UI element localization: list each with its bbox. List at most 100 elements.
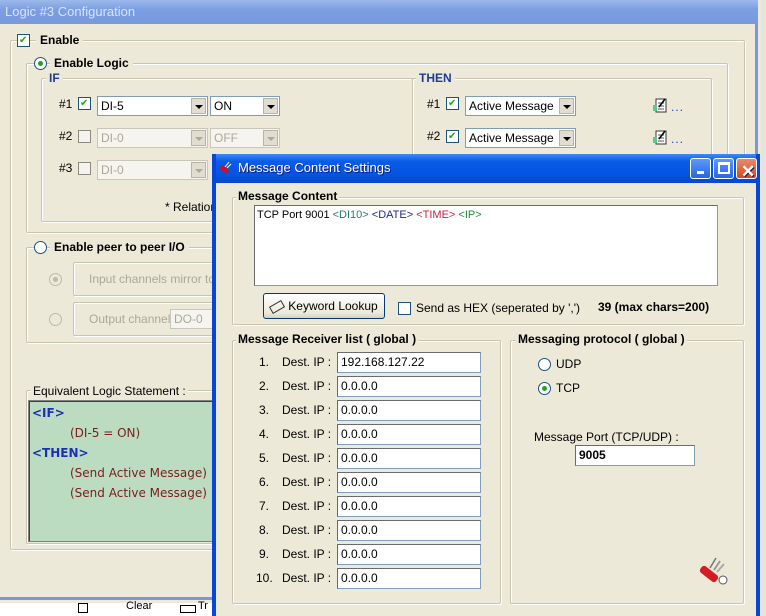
if-row-3-channel-select[interactable]: DI-0 xyxy=(97,160,208,180)
if-row-1-channel-select[interactable]: DI-5 xyxy=(97,96,208,116)
receiver-index: 4. xyxy=(259,427,270,441)
if-row-1-channel-value: DI-5 xyxy=(101,99,124,113)
dest-ip-label: Dest. IP : xyxy=(282,475,332,489)
dest-ip-input[interactable]: 0.0.0.0 xyxy=(337,544,481,565)
char-count: 39 (max chars=200) xyxy=(598,300,710,314)
dest-ip-input[interactable]: 0.0.0.0 xyxy=(337,472,481,493)
dest-ip-label: Dest. IP : xyxy=(282,451,332,465)
then-row-1-action-value: Active Message xyxy=(469,99,554,113)
minimize-button[interactable] xyxy=(690,158,711,179)
enable-logic-radio[interactable] xyxy=(34,57,47,70)
edit-message-icon[interactable] xyxy=(652,130,668,146)
if-row-1-checkbox[interactable] xyxy=(78,97,91,110)
if-row-2-checkbox[interactable] xyxy=(78,130,91,143)
chevron-down-icon xyxy=(191,130,206,146)
message-content-settings-dialog: Message Content Settings ✕ Message Conte… xyxy=(212,154,760,616)
then-row-1-action-select[interactable]: Active Message xyxy=(465,96,576,116)
dialog-title: Message Content Settings xyxy=(238,160,391,175)
input-mirror-radio[interactable] xyxy=(49,273,62,286)
message-content-textarea[interactable]: TCP Port 9001 <DI10> <DATE> <TIME> <IP> xyxy=(254,205,718,286)
chevron-down-icon xyxy=(263,98,278,114)
chevron-down-icon xyxy=(191,98,206,114)
dest-ip-input[interactable]: 0.0.0.0 xyxy=(337,496,481,517)
chevron-down-icon xyxy=(559,98,574,114)
then-row-1-more-link[interactable]: ... xyxy=(671,100,684,114)
edit-message-icon[interactable] xyxy=(652,98,668,114)
dest-ip-input[interactable]: 0.0.0.0 xyxy=(337,448,481,469)
then-row-2-action-select[interactable]: Active Message xyxy=(465,128,576,148)
output-channel-label: Output channel xyxy=(89,312,171,326)
send-as-hex-label: Send as HEX (seperated by ',') xyxy=(416,301,580,315)
then-row-2-action-value: Active Message xyxy=(469,131,554,145)
dest-ip-label: Dest. IP : xyxy=(282,379,332,393)
dest-ip-label: Dest. IP : xyxy=(282,403,332,417)
clear-icon xyxy=(78,603,88,613)
receiver-index: 8. xyxy=(259,523,270,537)
enable-logic-label: Enable Logic xyxy=(50,56,133,70)
dest-ip-label: Dest. IP : xyxy=(282,523,332,537)
dest-ip-input[interactable]: 0.0.0.0 xyxy=(337,376,481,397)
then-row-2-checkbox[interactable] xyxy=(446,130,459,143)
if-row-3-checkbox[interactable] xyxy=(78,162,91,175)
receiver-index: 5. xyxy=(259,451,270,465)
if-row-1-index: #1 xyxy=(59,97,73,111)
if-row-2-channel-value: DI-0 xyxy=(101,131,124,145)
logic-then-keyword: <THEN> xyxy=(32,446,89,460)
tcp-radio[interactable] xyxy=(538,382,551,395)
maximize-button[interactable] xyxy=(713,158,734,179)
input-mirror-label: Input channels mirror to xyxy=(89,272,216,286)
udp-radio[interactable] xyxy=(538,358,551,371)
chevron-down-icon xyxy=(559,130,574,146)
eraser-icon xyxy=(269,299,286,314)
dest-ip-label: Dest. IP : xyxy=(282,571,332,585)
then-row-1-checkbox[interactable] xyxy=(446,97,459,110)
then-group-title: THEN xyxy=(416,71,455,85)
message-segment: <DI10> xyxy=(332,209,369,221)
equivalent-logic-statement: <IF> (DI-5 = ON) <THEN> (Send Active Mes… xyxy=(28,400,228,542)
window-title-bar: Logic #3 Configuration xyxy=(0,0,758,24)
if-row-2-state-select[interactable]: OFF xyxy=(210,128,280,148)
keyword-lookup-label: Keyword Lookup xyxy=(288,299,378,313)
dest-ip-input[interactable]: 0.0.0.0 xyxy=(337,424,481,445)
then-row-1-index: #1 xyxy=(427,97,441,111)
logic-condition: (DI-5 = ON) xyxy=(70,426,141,440)
receiver-list-title: Message Receiver list ( global ) xyxy=(236,332,419,346)
message-content-title: Message Content xyxy=(236,189,340,203)
if-row-1-state-value: ON xyxy=(214,99,232,113)
tcp-label: TCP xyxy=(556,381,580,395)
if-row-1-state-select[interactable]: ON xyxy=(210,96,280,116)
receiver-index: 10. xyxy=(256,571,273,585)
close-button[interactable]: ✕ xyxy=(736,158,757,181)
dialog-title-bar[interactable]: Message Content Settings ✕ xyxy=(216,154,757,183)
chevron-down-icon xyxy=(191,162,206,178)
dest-ip-label: Dest. IP : xyxy=(282,547,332,561)
keyboard-icon xyxy=(180,605,196,613)
enable-checkbox[interactable] xyxy=(17,34,30,47)
if-group-title: IF xyxy=(46,71,63,85)
message-segment: <DATE> xyxy=(371,209,414,221)
right-edge-window xyxy=(761,0,766,616)
message-content-text: TCP Port 9001 <DI10> <DATE> <TIME> <IP> xyxy=(257,209,482,221)
receiver-index: 2. xyxy=(259,379,270,393)
send-as-hex-checkbox[interactable] xyxy=(398,302,411,315)
output-channel-value: DO-0 xyxy=(174,312,203,326)
dest-ip-input[interactable]: 192.168.127.22 xyxy=(337,352,481,373)
keyword-lookup-button[interactable]: Keyword Lookup xyxy=(263,293,385,319)
message-port-input[interactable]: 9005 xyxy=(575,445,695,466)
dest-ip-input[interactable]: 0.0.0.0 xyxy=(337,400,481,421)
logic-if-keyword: <IF> xyxy=(32,406,65,420)
peer-to-peer-radio[interactable] xyxy=(34,241,47,254)
dest-ip-label: Dest. IP : xyxy=(282,355,332,369)
if-row-3-index: #3 xyxy=(59,161,73,175)
then-row-2-more-link[interactable]: ... xyxy=(671,132,684,146)
chevron-down-icon xyxy=(263,130,278,146)
window-title: Logic #3 Configuration xyxy=(5,4,136,19)
receiver-index: 3. xyxy=(259,403,270,417)
if-row-2-state-value: OFF xyxy=(214,131,238,145)
dest-ip-input[interactable]: 0.0.0.0 xyxy=(337,520,481,541)
output-channel-radio[interactable] xyxy=(49,313,62,326)
if-row-2-index: #2 xyxy=(59,129,73,143)
dest-ip-input[interactable]: 0.0.0.0 xyxy=(337,568,481,589)
message-segment: <TIME> xyxy=(416,209,456,221)
if-row-2-channel-select[interactable]: DI-0 xyxy=(97,128,208,148)
